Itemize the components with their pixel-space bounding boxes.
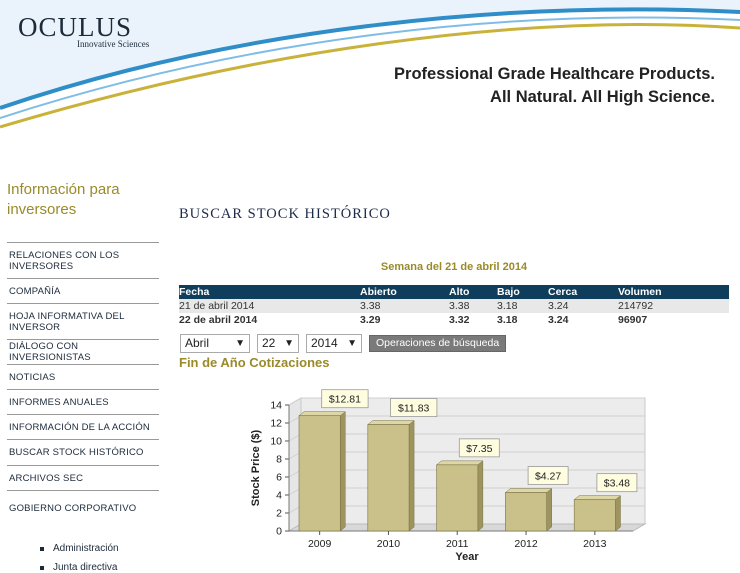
week-caption: Semana del 21 de abril 2014 <box>380 261 528 273</box>
y-tick-label: 4 <box>276 490 282 502</box>
cell-abierto: 3.38 <box>360 299 449 313</box>
page-title: BUSCAR STOCK HISTÓRICO <box>179 206 391 222</box>
sidebar-item-informacion-accion[interactable]: INFORMACIÓN DE LA ACCIÓN <box>7 415 159 440</box>
col-cerca: Cerca <box>548 285 618 299</box>
bar-top <box>367 420 415 425</box>
dropdown-arrow-icon: ▼ <box>235 337 245 349</box>
cell-alto: 3.32 <box>449 314 470 326</box>
cell-fecha: 22 de abril 2014 <box>179 314 258 326</box>
bar-side <box>477 460 484 532</box>
table-row: 22 de abril 2014 3.29 3.32 3.18 3.24 969… <box>179 313 729 327</box>
date-controls: Abril ▼ 22 ▼ 2014 ▼ Operaciones de búsqu… <box>180 333 507 353</box>
cell-cerca: 3.24 <box>548 314 569 326</box>
cell-bajo: 3.18 <box>497 299 548 313</box>
x-tick-label: 2010 <box>377 538 401 550</box>
bar <box>573 499 616 532</box>
search-button[interactable]: Operaciones de búsqueda <box>369 334 507 352</box>
bar <box>298 415 341 532</box>
tagline-line-2: All Natural. All High Science. <box>490 88 715 106</box>
x-tick-label: 2012 <box>514 538 538 550</box>
sidebar-nav: RELACIONES CON LOS INVERSORES COMPAÑÍA H… <box>7 242 159 525</box>
sidebar-item-compania[interactable]: COMPAÑÍA <box>7 279 159 304</box>
bar <box>367 424 410 532</box>
sidebar-item-noticias[interactable]: NOTICIAS <box>7 365 159 390</box>
bar-top <box>573 495 622 500</box>
year-select[interactable]: 2014 ▼ <box>306 333 362 353</box>
cell-bajo: 3.18 <box>497 314 518 326</box>
month-select-value: Abril <box>185 336 210 350</box>
y-tick-label: 8 <box>276 454 282 466</box>
bar-side <box>615 495 621 532</box>
y-tick-label: 6 <box>276 472 282 484</box>
cell-alto: 3.38 <box>449 299 497 313</box>
sidebar-item-informes-anuales[interactable]: INFORMES ANUALES <box>7 390 159 415</box>
table-header-row: Fecha Abierto Alto Bajo Cerca Volumen <box>179 285 729 299</box>
y-tick-label: 12 <box>270 418 282 430</box>
sidebar-item-gobierno[interactable]: GOBIERNO CORPORATIVO <box>7 491 159 525</box>
cell-abierto: 3.29 <box>360 314 381 326</box>
sidebar-subnav: Administración Junta directiva <box>7 539 159 573</box>
y-tick-label: 10 <box>270 436 282 448</box>
cell-fecha: 21 de abril 2014 <box>179 299 360 313</box>
dropdown-arrow-icon: ▼ <box>347 337 357 349</box>
col-volumen: Volumen <box>618 285 729 299</box>
y-tick-label: 0 <box>276 526 282 538</box>
bar-side <box>408 420 415 532</box>
col-alto: Alto <box>449 285 497 299</box>
stock-table: Fecha Abierto Alto Bajo Cerca Volumen 21… <box>179 285 729 327</box>
bar-top <box>504 488 553 493</box>
sidebar-title: Información para inversores <box>7 181 120 218</box>
subnav-item-administracion[interactable]: Administración <box>40 539 159 558</box>
dropdown-arrow-icon: ▼ <box>284 337 294 349</box>
y-tick-label: 2 <box>276 508 282 520</box>
sidebar-item-buscar-stock[interactable]: BUSCAR STOCK HISTÓRICO <box>7 440 159 466</box>
year-end-price-chart: 0 2 4 6 8 10 12 14 $12.81 2009 $11.83 2010 $7.35 2011… <box>250 389 647 563</box>
y-axis-title: Stock Price ($) <box>250 429 262 506</box>
cell-volumen: 96907 <box>618 314 648 326</box>
x-tick-label: 2009 <box>308 538 332 550</box>
month-select[interactable]: Abril ▼ <box>180 333 250 353</box>
col-abierto: Abierto <box>360 285 449 299</box>
sidebar-item-archivos-sec[interactable]: ARCHIVOS SEC <box>7 466 159 491</box>
data-label: $7.35 <box>466 443 492 455</box>
data-label: $4.27 <box>535 471 561 483</box>
table-row: 21 de abril 2014 3.38 3.38 3.18 3.24 214… <box>179 299 729 313</box>
data-label: $3.48 <box>604 478 630 490</box>
x-tick-label: 2013 <box>583 538 607 550</box>
site-header: OCULUS Innovative Sciences Professional … <box>0 0 740 135</box>
sidebar-item-dialogo[interactable]: DIÁLOGO CON INVERSIONISTAS <box>7 340 159 365</box>
cell-cerca: 3.24 <box>548 299 618 313</box>
sidebar-item-hoja-informativa[interactable]: HOJA INFORMATIVA DEL INVERSOR <box>7 304 159 340</box>
data-label: $12.81 <box>329 394 361 406</box>
page: OCULUS Innovative Sciences Professional … <box>0 0 740 573</box>
day-select[interactable]: 22 ▼ <box>257 333 299 353</box>
bar-top <box>298 411 346 416</box>
y-tick-label: 14 <box>270 400 282 412</box>
sidebar-item-relaciones[interactable]: RELACIONES CON LOS INVERSORES <box>7 243 159 279</box>
day-select-value: 22 <box>262 336 276 350</box>
tagline-line-1: Professional Grade Healthcare Products. <box>394 65 715 83</box>
year-select-value: 2014 <box>311 336 338 350</box>
logo-subtitle: Innovative Sciences <box>77 39 150 49</box>
cell-volumen: 214792 <box>618 299 729 313</box>
chart-heading: Fin de Año Cotizaciones <box>179 355 330 370</box>
bar-side <box>340 411 346 532</box>
data-label: $11.83 <box>398 403 429 415</box>
bar-side <box>546 488 552 532</box>
sidebar: Información para inversores RELACIONES C… <box>7 180 159 573</box>
col-fecha: Fecha <box>179 285 360 299</box>
bar <box>505 492 547 532</box>
bar-top <box>435 460 484 466</box>
col-bajo: Bajo <box>497 285 548 299</box>
subnav-item-junta-directiva[interactable]: Junta directiva <box>40 558 159 573</box>
bar <box>436 464 479 532</box>
x-axis-title: Year <box>455 551 479 563</box>
x-tick-label: 2011 <box>446 538 469 550</box>
